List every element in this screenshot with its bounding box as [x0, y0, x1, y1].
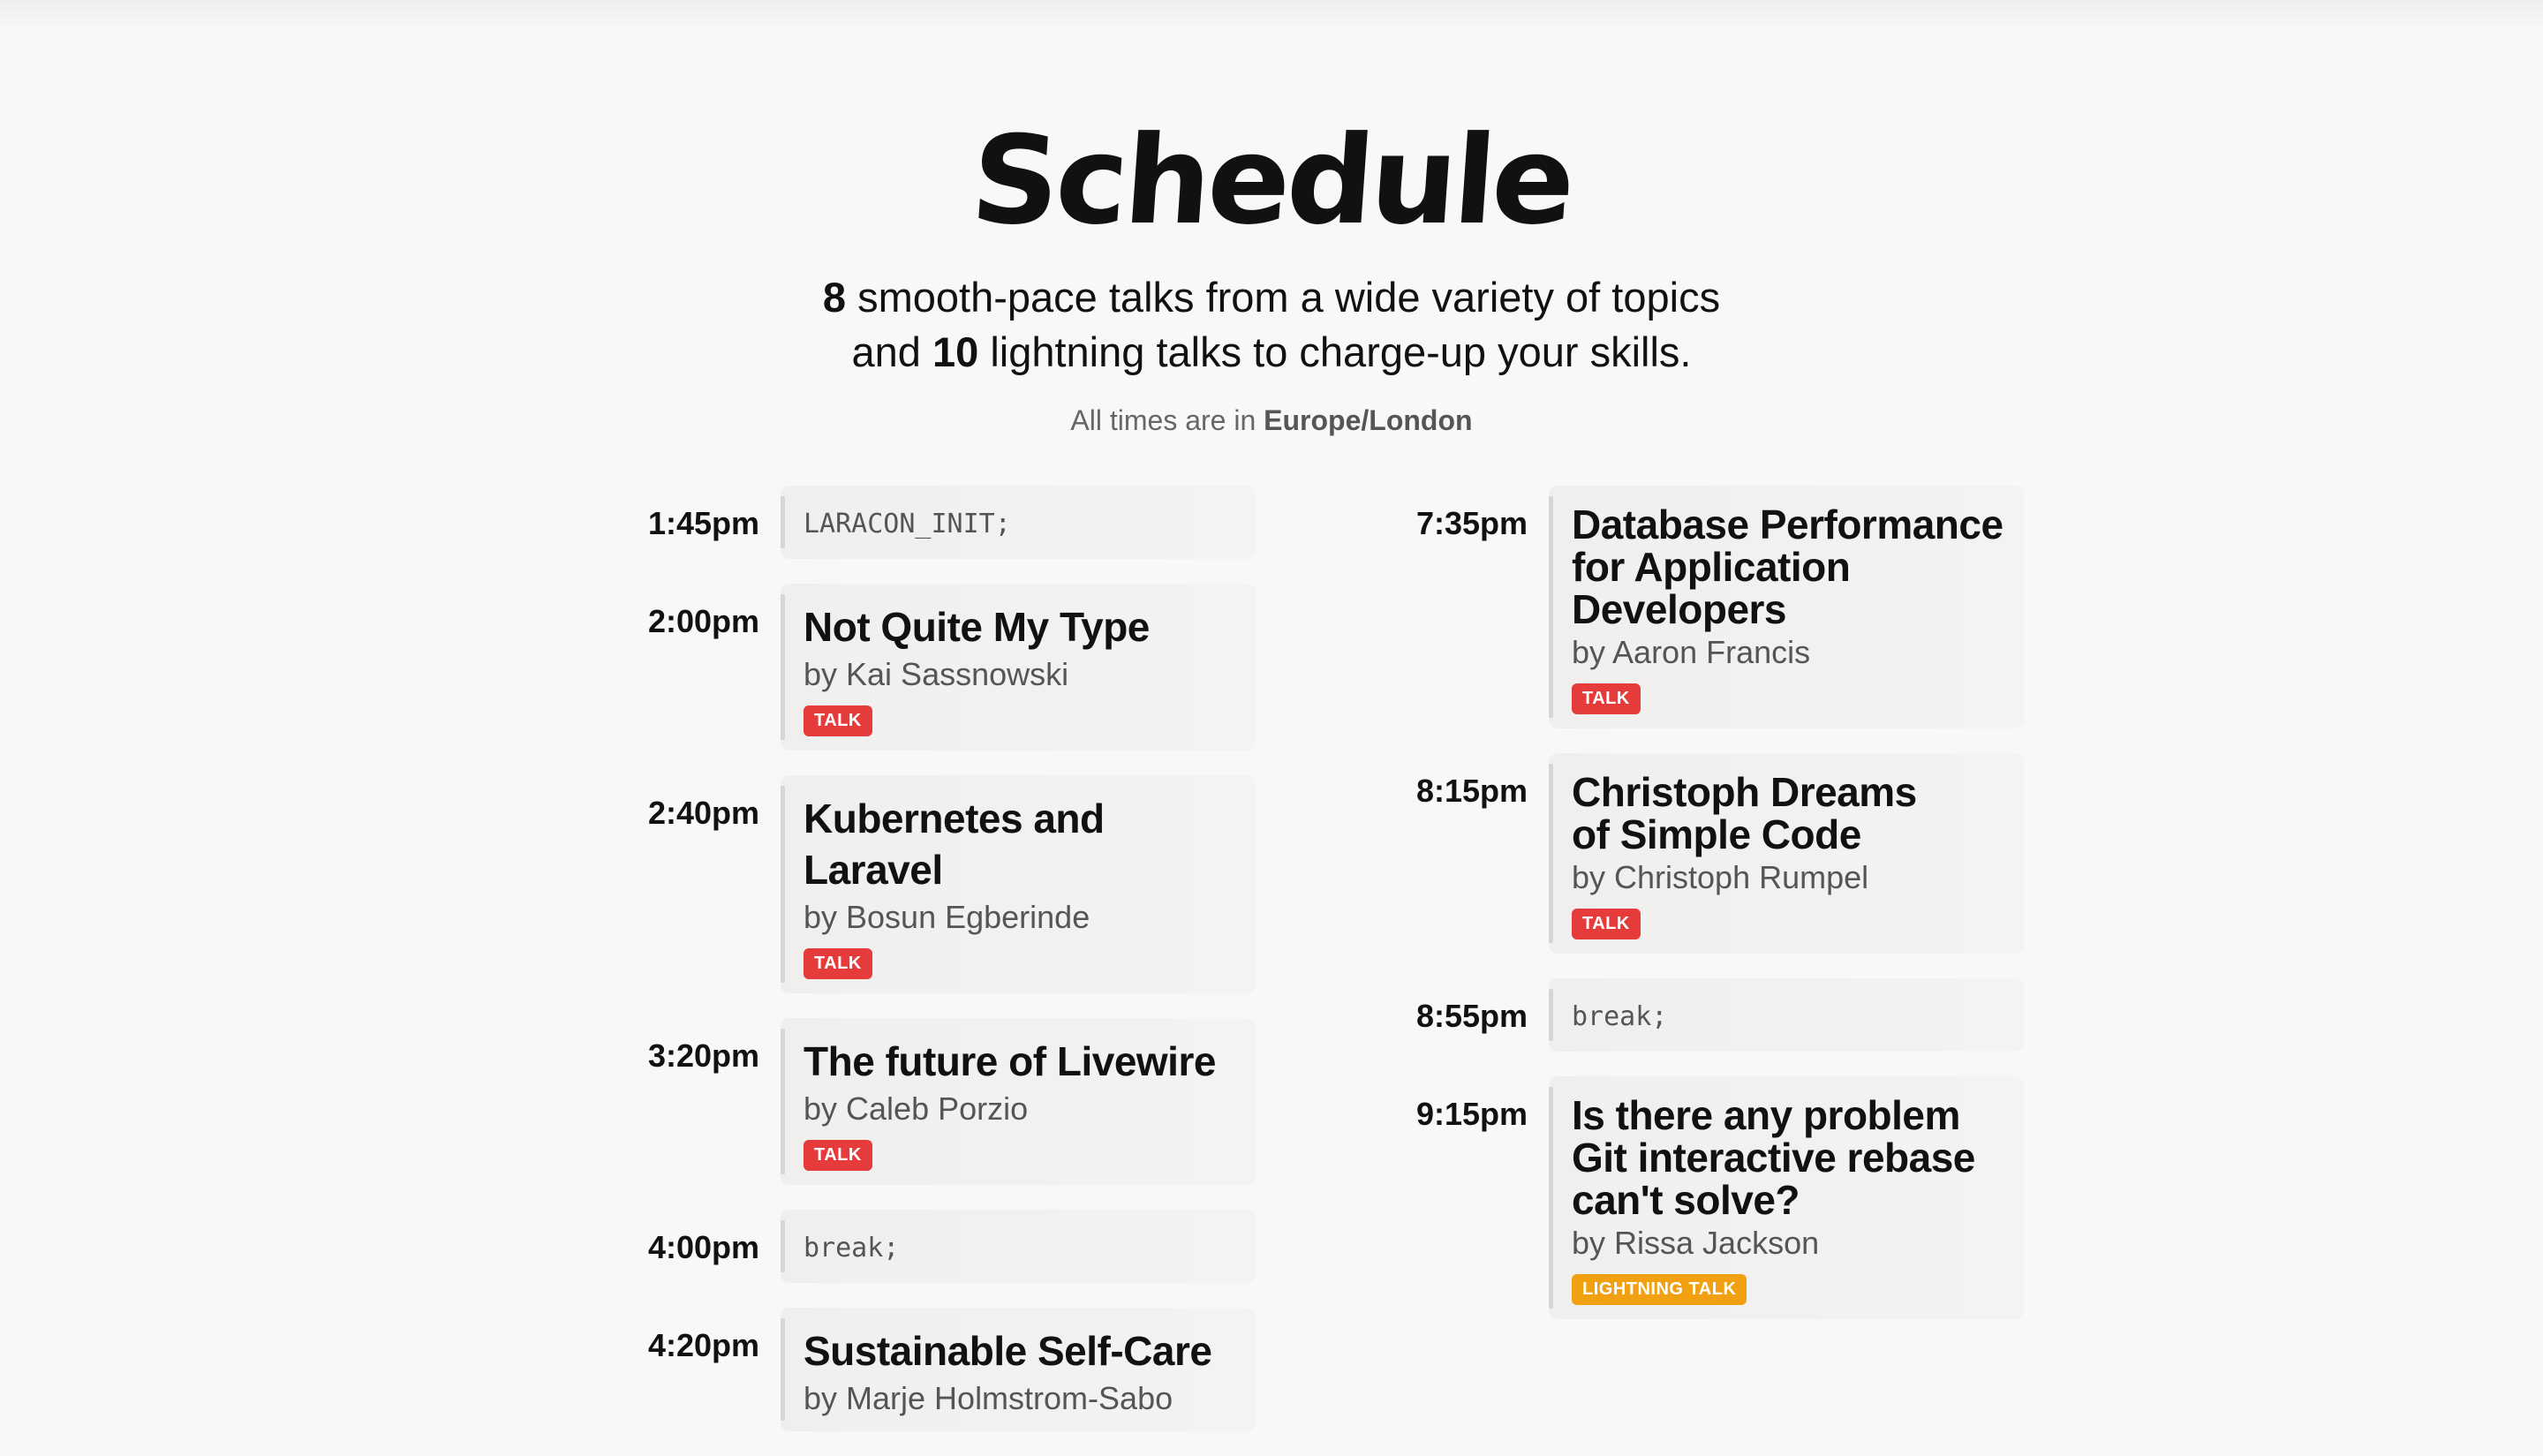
talk-card[interactable]: Is there any problem Git interactive reb…: [1549, 1076, 2024, 1319]
schedule-row: 8:15pm Christoph Dreams of Simple Code b…: [1342, 753, 2024, 954]
slot-time: 7:35pm: [1415, 505, 1528, 541]
slot-time: 8:15pm: [1415, 773, 1528, 809]
talk-badge: TALK: [804, 948, 872, 979]
schedule-row: 8:55pm break;: [1342, 978, 2024, 1052]
talk-title[interactable]: Is there any problem Git interactive reb…: [1572, 1094, 1987, 1221]
talk-title[interactable]: Sustainable Self-Care: [804, 1325, 1238, 1377]
slot-time: 4:20pm: [647, 1327, 759, 1363]
schedule-row: 2:00pm Not Quite My Type by Kai Sassnows…: [574, 584, 1256, 751]
slot-time: 4:00pm: [647, 1229, 759, 1265]
schedule-column-left: 1:45pm LARACON_INIT; 2:00pm Not Quite My…: [574, 486, 1256, 1456]
intro-line-2: and 10 lightning talks to charge-up your…: [851, 328, 1692, 375]
page-title: Schedule: [966, 109, 1577, 252]
slot-time: 9:15pm: [1415, 1096, 1528, 1132]
talk-title[interactable]: Database Performance for Application Dev…: [1572, 503, 2006, 630]
talk-badge: TALK: [1572, 683, 1641, 714]
schedule-row: 4:20pm Sustainable Self-Care by Marje Ho…: [574, 1308, 1256, 1431]
slot-time: 2:00pm: [647, 603, 759, 639]
break-card: break;: [781, 1210, 1256, 1283]
slot-time: 8:55pm: [1415, 998, 1528, 1034]
talk-card[interactable]: Christoph Dreams of Simple Code by Chris…: [1549, 753, 2024, 954]
talk-speaker: by Kai Sassnowski: [804, 656, 1069, 692]
talk-card[interactable]: Sustainable Self-Care by Marje Holmstrom…: [781, 1308, 1256, 1431]
talk-speaker: by Bosun Egberinde: [804, 899, 1090, 935]
code-label: LARACON_INIT;: [804, 509, 1011, 539]
talk-count: 8: [822, 274, 847, 321]
talk-card[interactable]: Kubernetes and Laravel by Bosun Egberind…: [781, 775, 1256, 993]
schedule-column-right: 7:35pm Database Performance for Applicat…: [1342, 486, 2024, 1344]
intro-line-1: 8 smooth-pace talks from a wide variety …: [822, 274, 1721, 321]
talk-title[interactable]: The future of Livewire: [804, 1036, 1238, 1087]
timezone-note: All times are in Europe/London: [1070, 404, 1473, 436]
talk-title[interactable]: Christoph Dreams of Simple Code: [1572, 771, 1943, 856]
break-card: break;: [1549, 978, 2024, 1052]
schedule-row: 1:45pm LARACON_INIT;: [574, 486, 1256, 559]
intro-text: 8 smooth-pace talks from a wide variety …: [0, 270, 2543, 380]
talk-speaker: by Rissa Jackson: [1572, 1225, 1820, 1261]
schedule-row: 3:20pm The future of Livewire by Caleb P…: [574, 1018, 1256, 1185]
slot-time: 1:45pm: [647, 505, 759, 541]
talk-badge: TALK: [804, 705, 872, 736]
schedule-row: 9:15pm Is there any problem Git interact…: [1342, 1076, 2024, 1319]
talk-speaker: by Caleb Porzio: [804, 1090, 1029, 1127]
schedule-row: 7:35pm Database Performance for Applicat…: [1342, 486, 2024, 728]
talk-card[interactable]: Database Performance for Application Dev…: [1549, 486, 2024, 728]
code-label: break;: [1572, 1001, 1668, 1032]
top-shadow: [0, 0, 2543, 35]
lightning-count: 10: [932, 328, 979, 375]
lightning-talk-badge: LIGHTNING TALK: [1572, 1274, 1747, 1305]
schedule-row: 2:40pm Kubernetes and Laravel by Bosun E…: [574, 775, 1256, 993]
talk-title[interactable]: Not Quite My Type: [804, 601, 1238, 653]
code-label: break;: [804, 1233, 900, 1264]
talk-badge: TALK: [1572, 909, 1641, 939]
talk-card[interactable]: The future of Livewire by Caleb Porzio T…: [781, 1018, 1256, 1185]
talk-speaker: by Marje Holmstrom-Sabo: [804, 1380, 1173, 1416]
talk-title[interactable]: Kubernetes and Laravel: [804, 793, 1121, 895]
talk-card[interactable]: Not Quite My Type by Kai Sassnowski TALK: [781, 584, 1256, 751]
talk-speaker: by Aaron Francis: [1572, 634, 1811, 670]
slot-time: 3:20pm: [647, 1037, 759, 1074]
schedule-row: 4:00pm break;: [574, 1210, 1256, 1283]
slot-time: 2:40pm: [647, 795, 759, 831]
code-card: LARACON_INIT;: [781, 486, 1256, 559]
timezone-value: Europe/London: [1264, 404, 1473, 436]
talk-badge: TALK: [804, 1140, 872, 1171]
talk-speaker: by Christoph Rumpel: [1572, 859, 1869, 895]
